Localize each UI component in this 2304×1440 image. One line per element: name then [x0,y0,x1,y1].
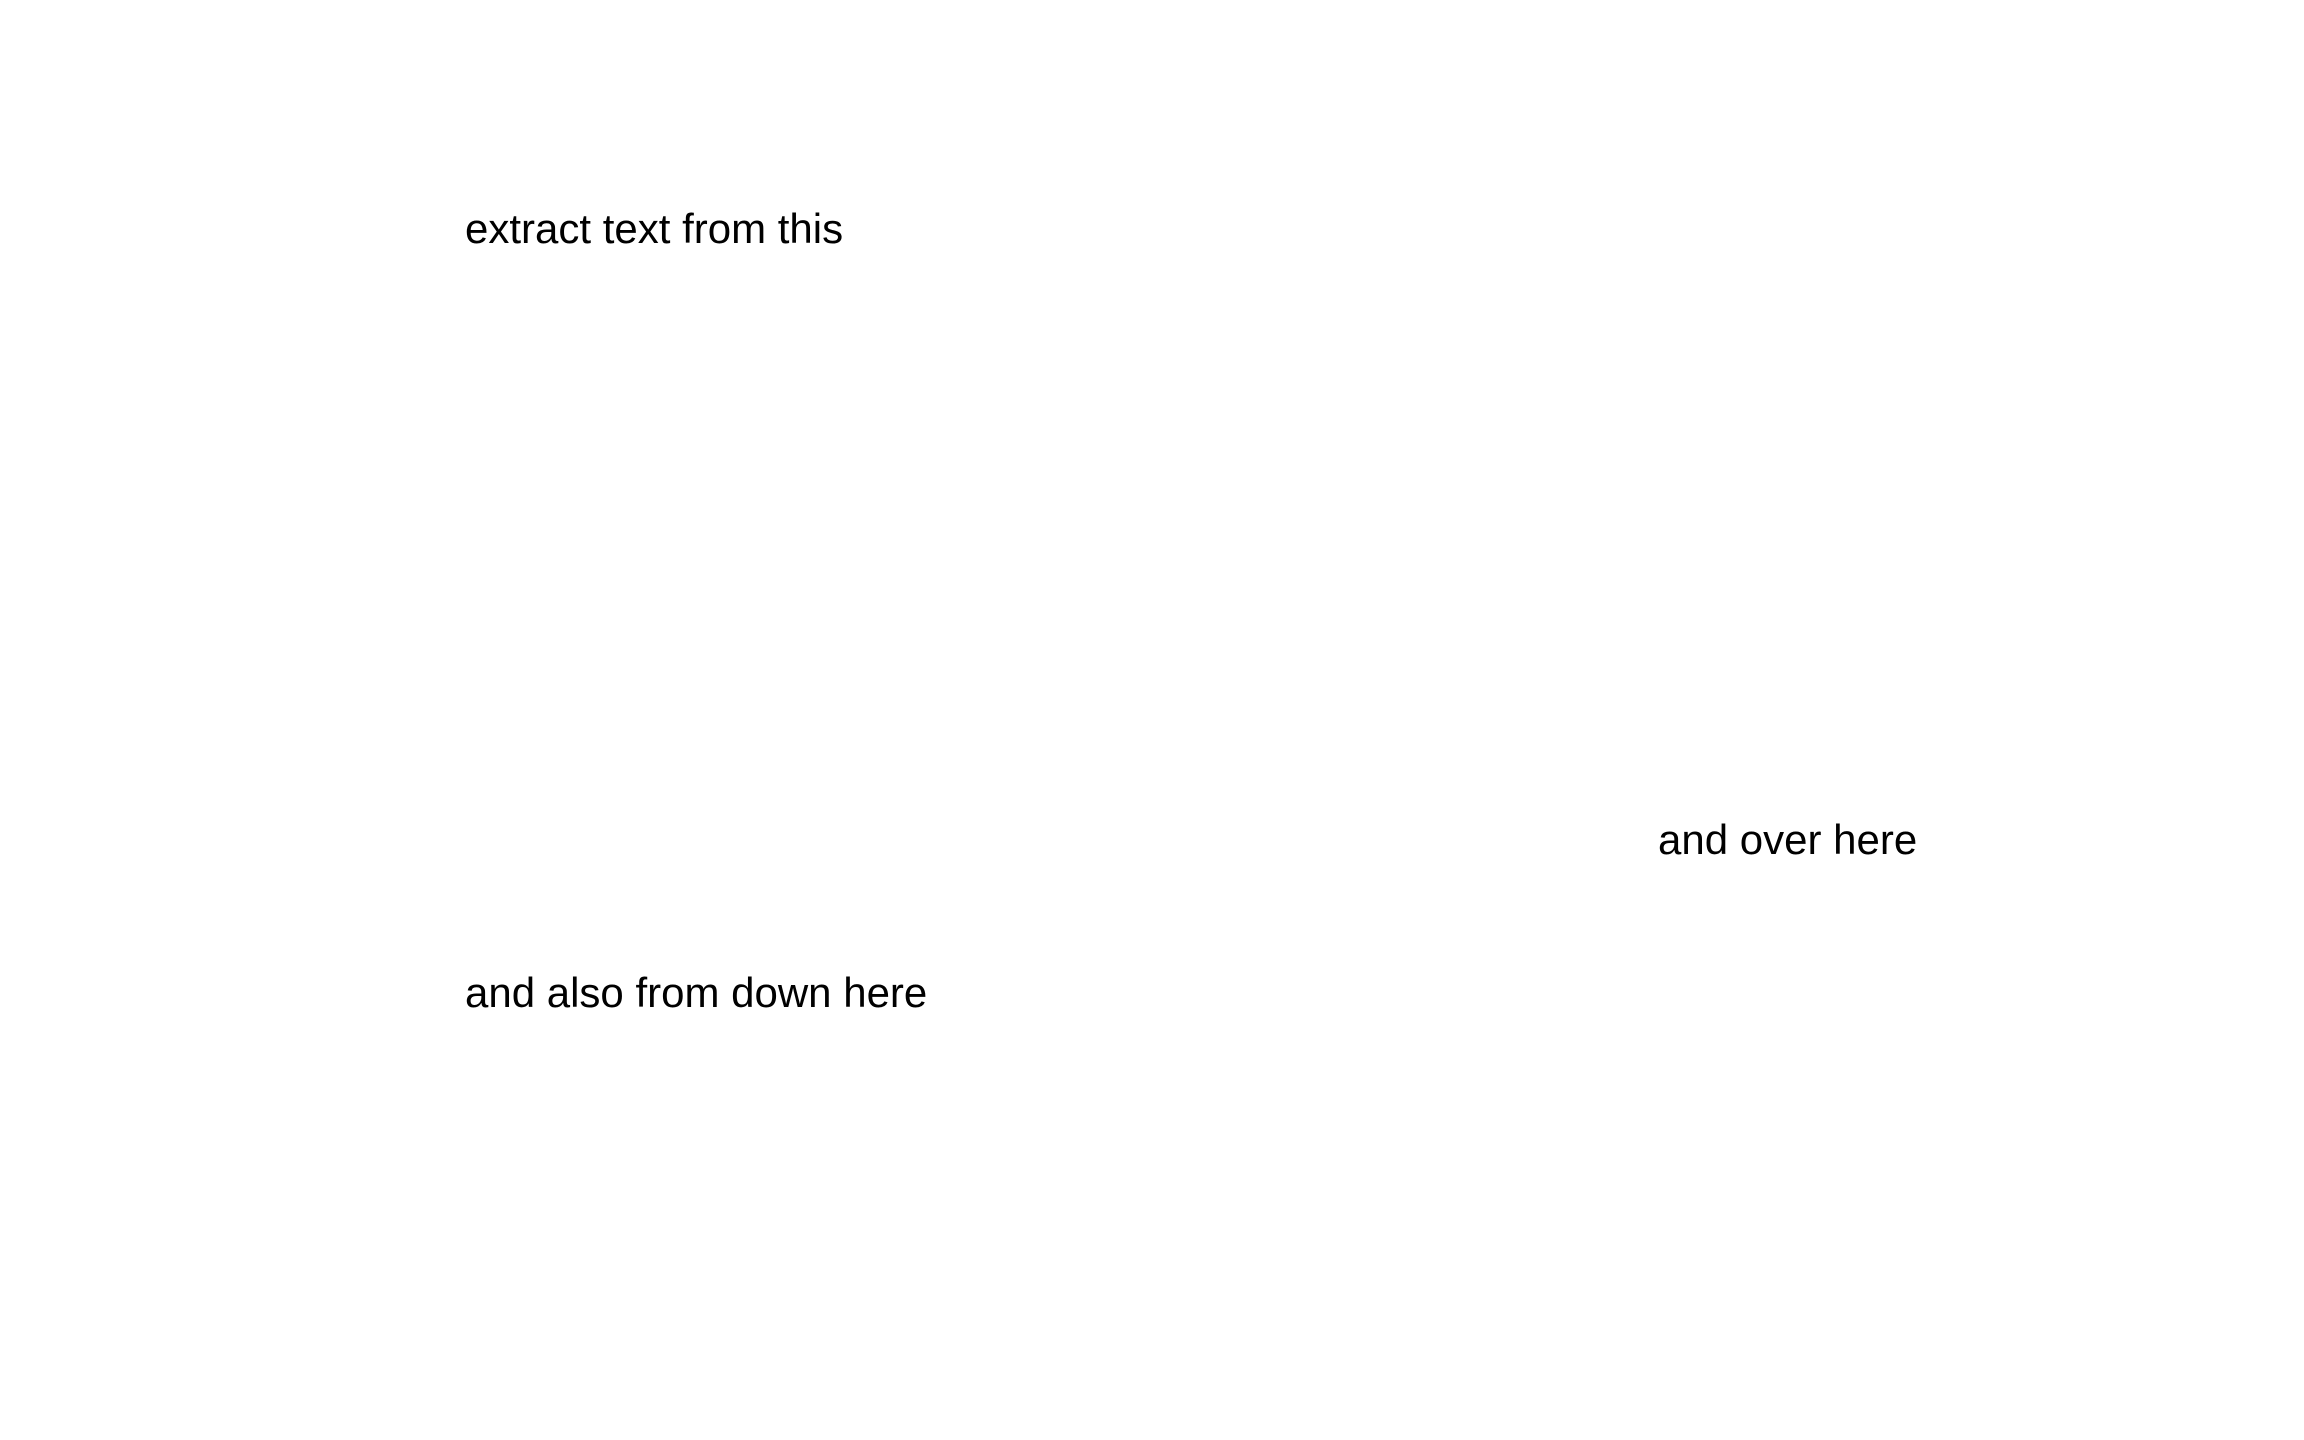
bottom-text-line: and also from down here [465,969,928,1016]
top-text-line: extract text from this [465,205,844,252]
document-page: extract text from this and over here and… [0,0,2304,1440]
right-text-line: and over here [1658,816,1918,863]
